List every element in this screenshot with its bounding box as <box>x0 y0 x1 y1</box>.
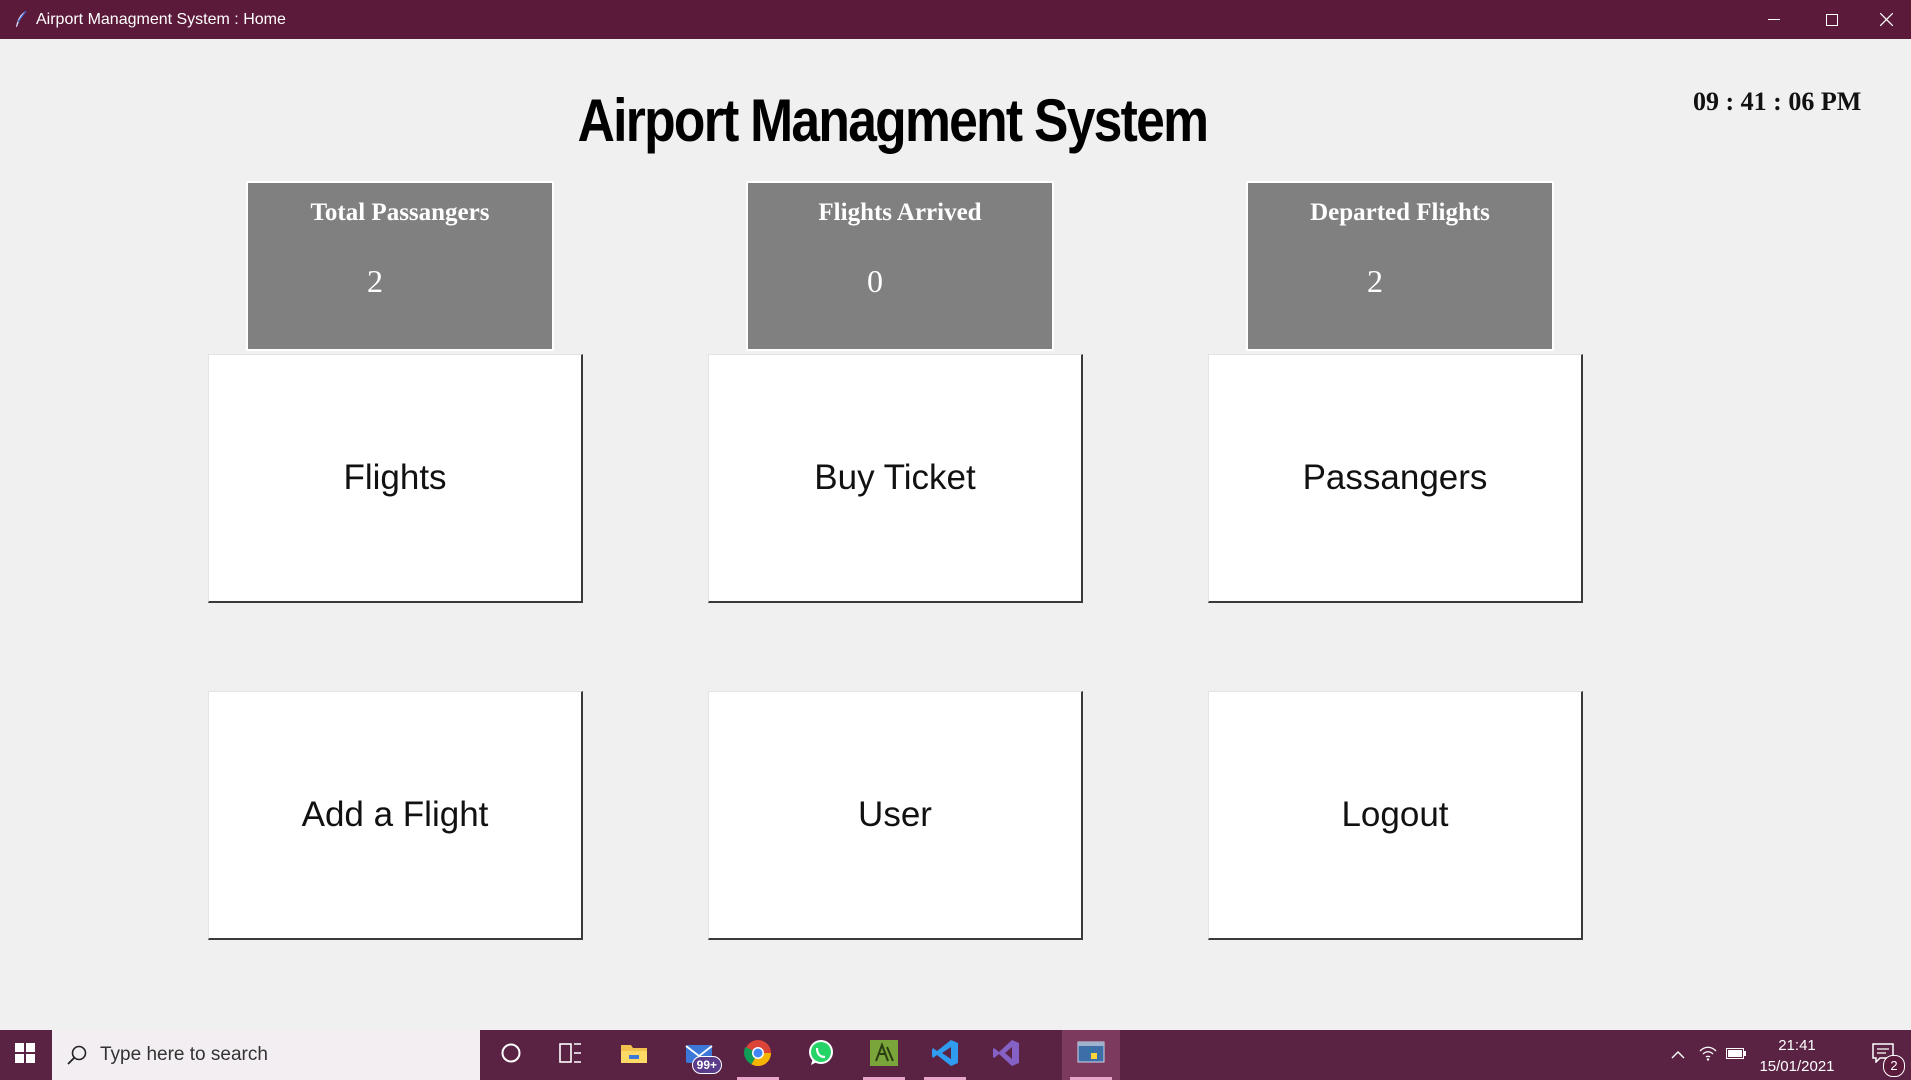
search-icon <box>66 1044 88 1071</box>
vscode-icon <box>931 1039 959 1072</box>
maximize-icon <box>1826 13 1838 26</box>
windows-logo-icon <box>15 1042 35 1068</box>
chevron-up-icon <box>1671 1046 1685 1064</box>
visual-studio-icon <box>992 1039 1020 1072</box>
stat-card-flights-arrived: Flights Arrived 0 <box>746 181 1054 351</box>
file-explorer-icon <box>620 1041 648 1070</box>
whatsapp-button[interactable] <box>792 1030 850 1080</box>
taskbar: Type here to search 99+ 21:41 15/01/2021… <box>0 1030 1911 1080</box>
visual-studio-button[interactable] <box>977 1030 1035 1080</box>
app-title: Airport Managment System <box>577 87 1209 154</box>
stat-value: 0 <box>867 263 883 299</box>
stat-card-total-passangers: Total Passangers 2 <box>246 181 554 351</box>
mail-button[interactable]: 99+ <box>670 1030 728 1080</box>
whatsapp-icon <box>807 1039 835 1072</box>
taskbar-search-box[interactable]: Type here to search <box>52 1030 480 1080</box>
sublime-text-button[interactable] <box>855 1030 913 1080</box>
notification-badge: 2 <box>1883 1055 1905 1077</box>
clock-display: 09 : 41 : 06 PM <box>1693 87 1862 116</box>
mail-badge: 99+ <box>691 1056 722 1074</box>
vscode-button[interactable] <box>916 1030 974 1080</box>
stat-value: 2 <box>1367 263 1383 299</box>
task-view-icon <box>559 1042 583 1069</box>
logout-button[interactable]: Logout <box>1208 691 1583 940</box>
chrome-icon <box>744 1039 772 1072</box>
wifi-icon <box>1699 1045 1717 1066</box>
start-button[interactable] <box>0 1030 50 1080</box>
file-explorer-button[interactable] <box>605 1030 663 1080</box>
python-app-button[interactable] <box>1062 1030 1120 1080</box>
buy-ticket-button[interactable]: Buy Ticket <box>708 354 1083 603</box>
stat-label: Departed Flights <box>1310 199 1490 226</box>
maximize-button[interactable] <box>1803 0 1861 39</box>
flights-button[interactable]: Flights <box>208 354 583 603</box>
window-title: Airport Managment System : Home <box>36 11 286 28</box>
passangers-button[interactable]: Passangers <box>1208 354 1583 603</box>
action-center-button[interactable]: 2 <box>1855 1030 1911 1080</box>
feather-icon <box>14 10 28 28</box>
close-button[interactable] <box>1861 0 1911 39</box>
sublime-icon <box>869 1039 899 1072</box>
search-placeholder: Type here to search <box>100 1044 268 1065</box>
cortana-button[interactable] <box>482 1030 540 1080</box>
taskbar-clock[interactable]: 21:41 15/01/2021 <box>1742 1030 1852 1080</box>
stat-card-departed-flights: Departed Flights 2 <box>1246 181 1554 351</box>
stat-value: 2 <box>367 263 383 299</box>
user-button[interactable]: User <box>708 691 1083 940</box>
main-window: Airport Managment System 09 : 41 : 06 PM… <box>1 39 1910 1030</box>
stat-label: Total Passangers <box>310 199 490 226</box>
stat-label: Flights Arrived <box>818 199 982 226</box>
python-icon <box>1076 1039 1106 1072</box>
show-hidden-icons-button[interactable] <box>1664 1030 1692 1080</box>
window-titlebar: Airport Managment System : Home <box>0 0 1911 39</box>
minimize-icon <box>1768 18 1780 21</box>
minimize-button[interactable] <box>1745 0 1803 39</box>
chrome-button[interactable] <box>729 1030 787 1080</box>
cortana-icon <box>500 1042 522 1069</box>
taskbar-time: 21:41 <box>1778 1037 1816 1054</box>
add-flight-button[interactable]: Add a Flight <box>208 691 583 940</box>
close-icon <box>1879 13 1893 26</box>
task-view-button[interactable] <box>542 1030 600 1080</box>
taskbar-date: 15/01/2021 <box>1759 1058 1835 1075</box>
network-tray-button[interactable] <box>1694 1030 1722 1080</box>
